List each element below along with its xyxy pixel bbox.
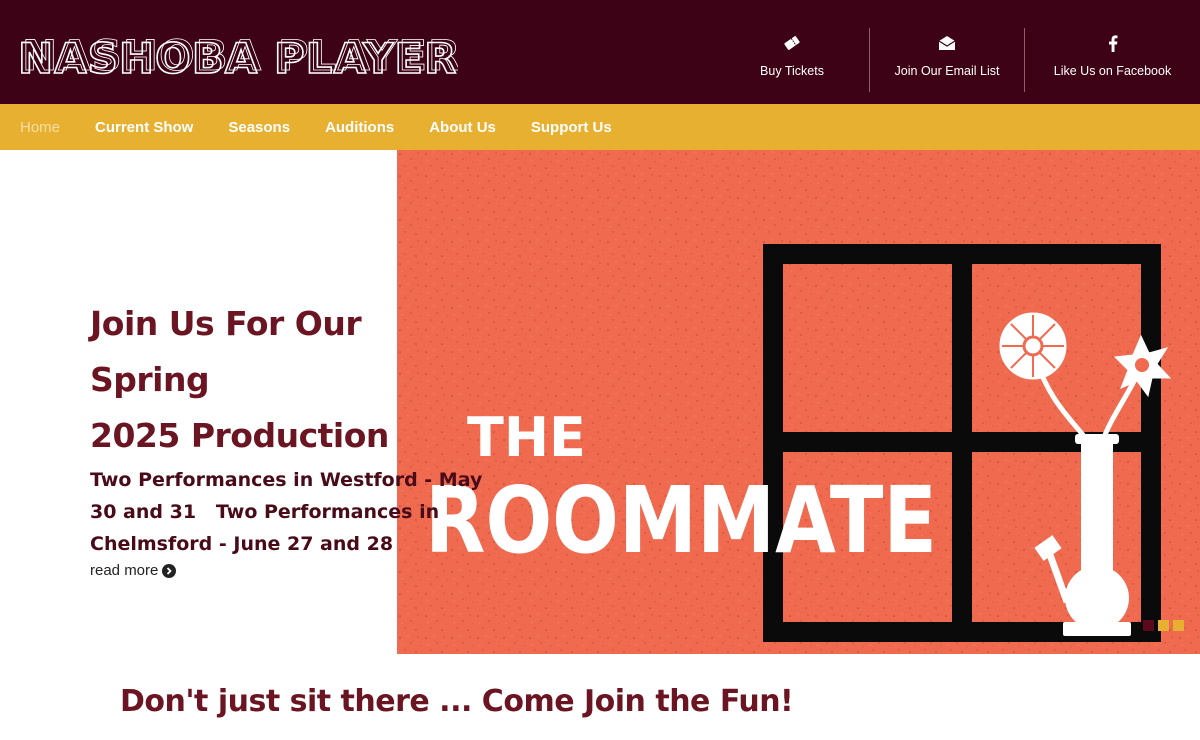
- hero-title: Join Us For Our Spring 2025 Production: [90, 296, 490, 464]
- hero-title-line2: 2025 Production: [90, 416, 389, 455]
- tagline-heading: Don't just sit there ... Come Join the F…: [120, 684, 794, 719]
- hero-slider: THE ROOMMATE Join Us For Our Spring 2025…: [0, 150, 1200, 654]
- nav-home[interactable]: Home: [20, 119, 60, 136]
- hero-poster-image[interactable]: THE ROOMMATE: [397, 150, 1200, 654]
- nav-auditions[interactable]: Auditions: [325, 119, 394, 136]
- buy-tickets-label: Buy Tickets: [760, 64, 824, 78]
- slide-dot-1[interactable]: [1143, 620, 1154, 631]
- facebook-icon: [1108, 30, 1118, 56]
- slider-pagination: [1143, 620, 1184, 631]
- facebook-label: Like Us on Facebook: [1053, 64, 1172, 78]
- hero-title-line1: Join Us For Our Spring: [90, 304, 362, 399]
- header-links: Buy Tickets Join Our Email List Like Us …: [715, 28, 1200, 92]
- read-more-label: read more: [90, 562, 159, 579]
- slide-dot-3[interactable]: [1173, 620, 1184, 631]
- poster-title-roommate: ROOMMATE: [425, 467, 937, 574]
- site-logo[interactable]: NASHOBA PLAYERS NASHOBA PLAYERS: [18, 38, 458, 78]
- nav-current-show[interactable]: Current Show: [95, 119, 193, 136]
- ticket-icon: [783, 30, 801, 56]
- nav-seasons[interactable]: Seasons: [228, 119, 290, 136]
- nav-support-us[interactable]: Support Us: [531, 119, 612, 136]
- buy-tickets-link[interactable]: Buy Tickets: [715, 28, 869, 92]
- read-more-link[interactable]: read more: [90, 562, 177, 579]
- site-logo-text-inline: NASHOBA PLAYERS: [22, 38, 458, 78]
- envelope-icon: [938, 30, 956, 56]
- chevron-right-icon: [162, 563, 177, 578]
- site-header: NASHOBA PLAYERS NASHOBA PLAYERS Buy Tick…: [0, 0, 1200, 104]
- slide-dot-2[interactable]: [1158, 620, 1169, 631]
- hero-subtitle: Two Performances in Westford - May 30 an…: [90, 469, 489, 555]
- email-list-label: Join Our Email List: [894, 64, 1000, 78]
- hero-caption: Join Us For Our Spring 2025 Production T…: [90, 296, 490, 580]
- main-nav: Home Current Show Seasons Auditions Abou…: [0, 104, 1200, 150]
- facebook-link[interactable]: Like Us on Facebook: [1025, 28, 1200, 92]
- nav-about-us[interactable]: About Us: [429, 119, 496, 136]
- email-list-link[interactable]: Join Our Email List: [870, 28, 1024, 92]
